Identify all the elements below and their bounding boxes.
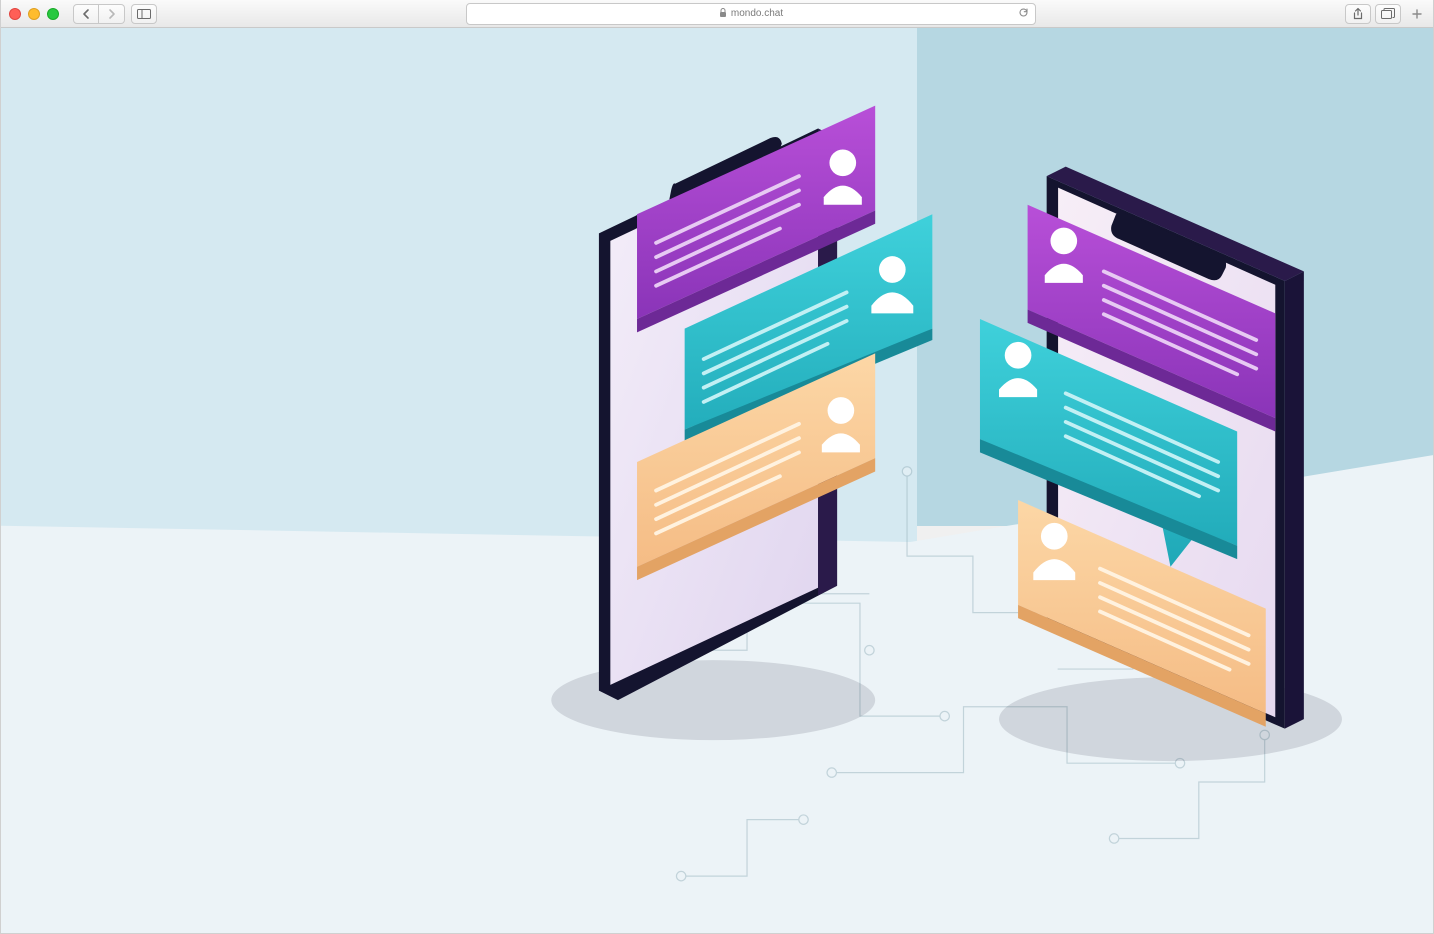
chevron-left-icon xyxy=(82,9,90,19)
lock-icon xyxy=(719,8,727,19)
address-bar[interactable]: mondo.chat xyxy=(466,3,1036,25)
tabs-button[interactable] xyxy=(1375,4,1401,24)
nav-back-forward-group xyxy=(73,4,125,24)
tabs-icon xyxy=(1381,8,1395,19)
refresh-icon xyxy=(1018,7,1029,18)
isometric-phones-illustration xyxy=(517,119,1405,843)
browser-toolbar: mondo.chat xyxy=(1,0,1433,28)
new-tab-button[interactable] xyxy=(1409,4,1425,24)
sidebar-toggle-icon xyxy=(137,9,151,19)
sidebar-toggle-button[interactable] xyxy=(131,4,157,24)
maximize-window-button[interactable] xyxy=(47,8,59,20)
window-controls xyxy=(9,8,59,20)
back-button[interactable] xyxy=(73,4,99,24)
browser-window: mondo.chat xyxy=(0,0,1434,934)
share-button[interactable] xyxy=(1345,4,1371,24)
refresh-button[interactable] xyxy=(1018,7,1029,21)
forward-button[interactable] xyxy=(99,4,125,24)
chevron-right-icon xyxy=(108,9,116,19)
page-content xyxy=(1,28,1433,933)
plus-icon xyxy=(1412,9,1422,19)
minimize-window-button[interactable] xyxy=(28,8,40,20)
url-text: mondo.chat xyxy=(731,8,783,19)
toolbar-right-group xyxy=(1345,4,1401,24)
share-icon xyxy=(1352,8,1364,20)
close-window-button[interactable] xyxy=(9,8,21,20)
